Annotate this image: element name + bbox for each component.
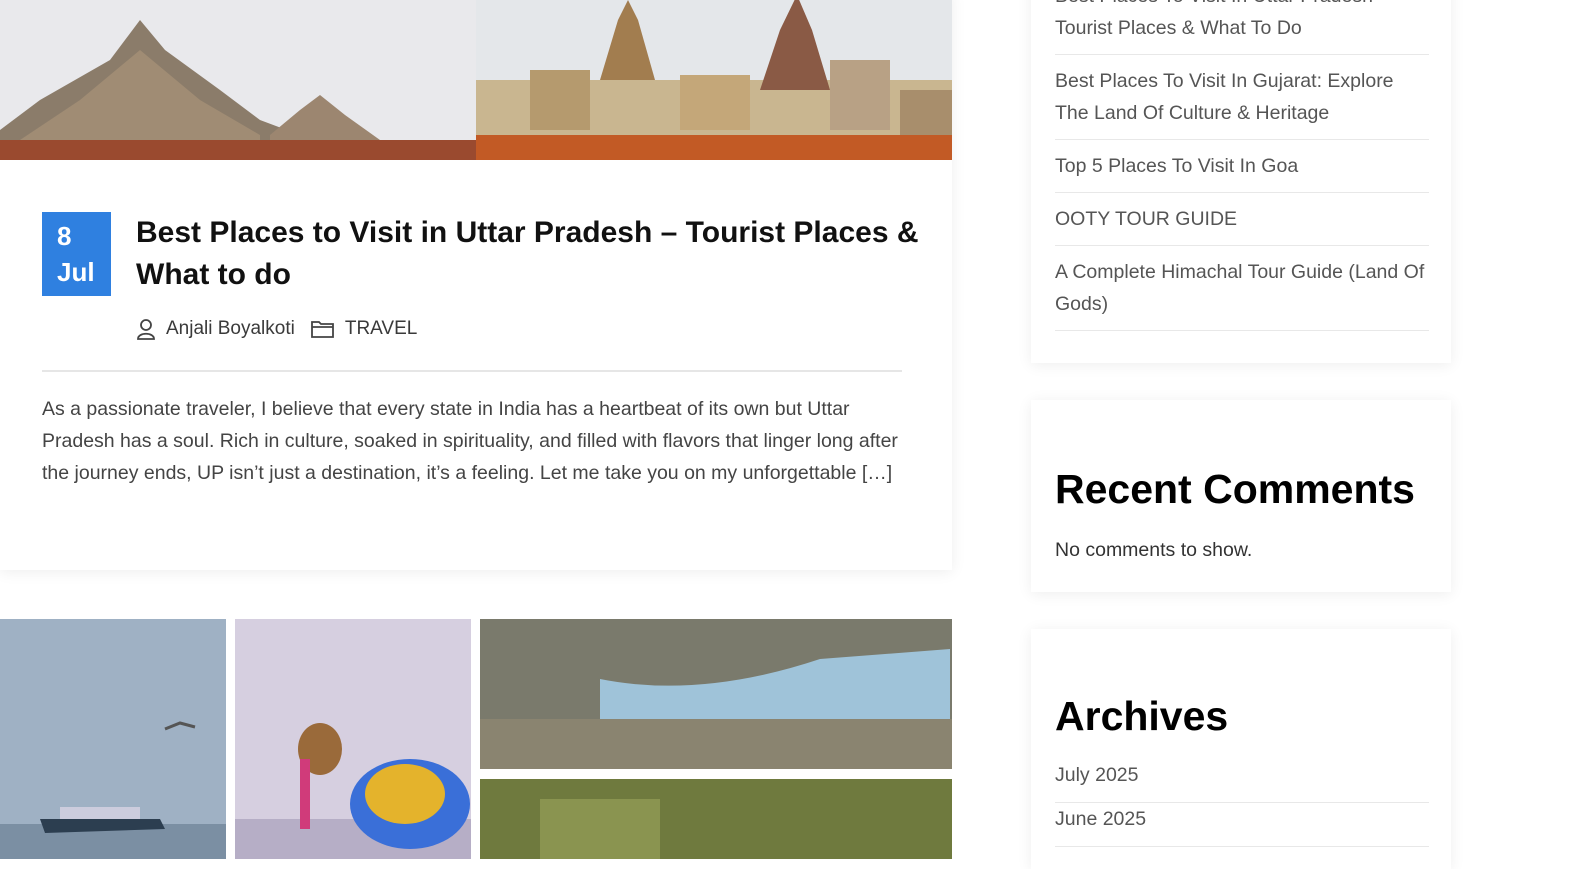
post-date-day: 8 <box>57 221 72 251</box>
archive-item[interactable]: June 2025 <box>1055 803 1429 847</box>
user-icon <box>137 319 155 340</box>
archive-item[interactable]: July 2025 <box>1055 759 1429 803</box>
post-category[interactable]: TRAVEL <box>345 318 418 340</box>
recent-posts-widget: Best Places To Visit In Uttar Pradesh – … <box>1031 0 1451 363</box>
post-author[interactable]: Anjali Boyalkoti <box>166 318 295 340</box>
archives-list: July 2025 June 2025 <box>1055 759 1429 847</box>
post-title[interactable]: Best Places to Visit in Uttar Pradesh – … <box>136 212 926 296</box>
post-date-badge: 8 Jul <box>42 212 111 296</box>
recent-comments-empty: No comments to show. <box>1055 539 1253 561</box>
recent-post-item[interactable]: Best Places To Visit In Uttar Pradesh – … <box>1055 0 1429 55</box>
recent-post-item[interactable]: Top 5 Places To Visit In Goa <box>1055 140 1429 193</box>
post-divider <box>42 370 902 372</box>
recent-post-item[interactable]: OOTY TOUR GUIDE <box>1055 193 1429 246</box>
recent-comments-widget: Recent Comments No comments to show. <box>1031 400 1451 592</box>
post-card: 8 Jul Best Places to Visit in Uttar Prad… <box>0 0 952 570</box>
archives-widget: Archives July 2025 June 2025 <box>1031 629 1451 869</box>
recent-comments-title: Recent Comments <box>1055 466 1415 512</box>
recent-posts-list: Best Places To Visit In Uttar Pradesh – … <box>1055 0 1429 331</box>
recent-post-item[interactable]: Best Places To Visit In Gujarat: Explore… <box>1055 55 1429 140</box>
next-post-image[interactable] <box>0 619 952 859</box>
post-excerpt: As a passionate traveler, I believe that… <box>42 398 898 484</box>
folder-icon <box>310 321 334 338</box>
post-featured-image[interactable] <box>0 0 952 160</box>
post-date-month: Jul <box>57 257 95 287</box>
post-meta: Anjali Boyalkoti TRAVEL <box>136 318 417 340</box>
recent-post-item[interactable]: A Complete Himachal Tour Guide (Land Of … <box>1055 246 1429 331</box>
archives-title: Archives <box>1055 693 1229 739</box>
